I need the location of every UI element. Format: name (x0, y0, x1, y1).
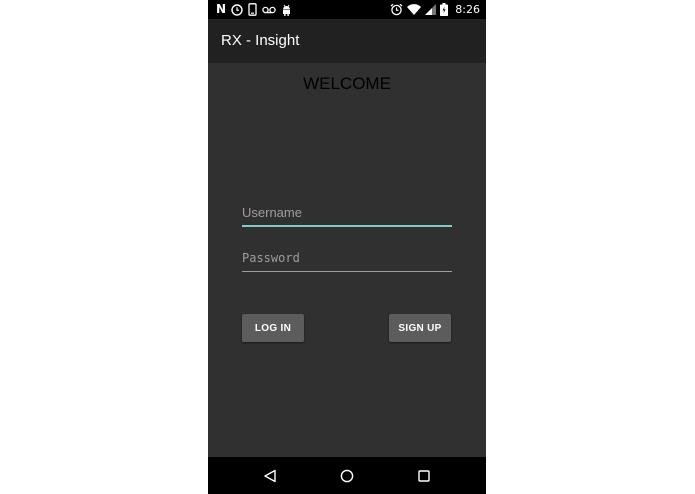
clock-icon (231, 3, 243, 16)
signup-button[interactable]: SIGN UP (389, 314, 451, 342)
login-button[interactable]: LOG IN (242, 314, 304, 342)
phone-screen: N 8:26 RX - Insight WELCOME Username LOG… (208, 0, 486, 494)
username-field[interactable] (242, 201, 452, 227)
battery-icon (440, 3, 449, 16)
phone-icon (248, 3, 257, 16)
navigation-bar (208, 457, 486, 494)
recents-icon[interactable] (414, 466, 434, 486)
netflix-icon: N (216, 2, 227, 16)
back-icon[interactable] (260, 466, 280, 486)
status-time: 8:26 (455, 3, 480, 16)
password-field[interactable] (242, 247, 452, 272)
voicemail-icon (262, 6, 276, 14)
wifi-icon (407, 4, 422, 15)
system-icons: 8:26 (390, 2, 480, 17)
alarm-icon (390, 3, 403, 16)
app-title: RX - Insight (221, 32, 300, 49)
status-bar: N 8:26 (208, 0, 486, 19)
signal-icon (425, 4, 437, 15)
app-bar: RX - Insight (208, 19, 486, 63)
android-icon (281, 4, 292, 16)
home-icon[interactable] (337, 466, 357, 486)
welcome-heading: WELCOME (303, 74, 391, 93)
notification-icons: N (216, 2, 292, 17)
